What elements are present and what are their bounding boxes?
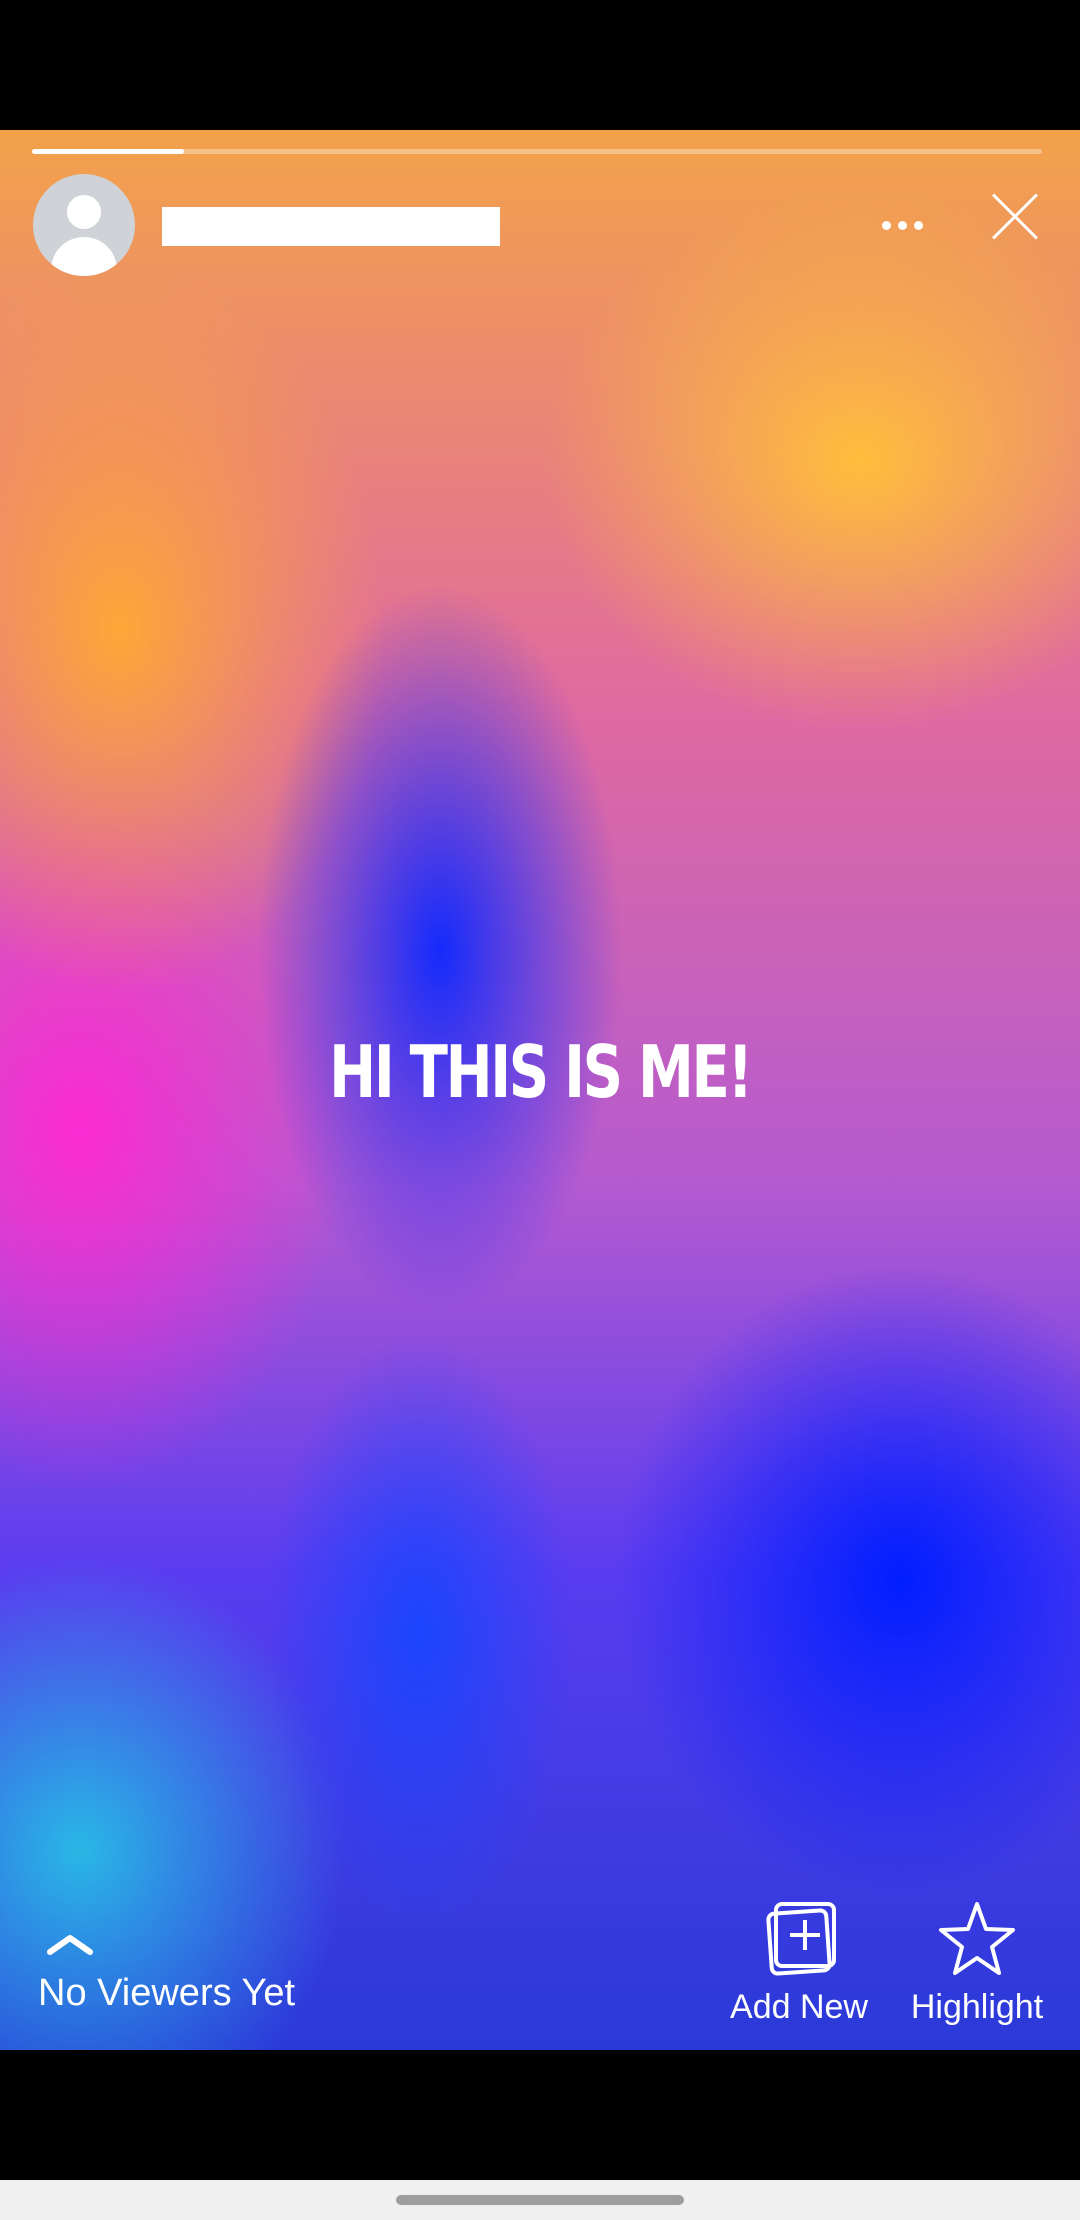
story-caption: HI THIS IS ME! [329, 1030, 753, 1114]
add-new-label: Add New [730, 1988, 868, 2026]
system-navigation-bar [0, 2180, 1080, 2220]
home-indicator[interactable] [396, 2195, 684, 2205]
star-icon [939, 1902, 1015, 1975]
add-new-button[interactable]: Add New [724, 1900, 874, 2040]
more-horizontal-icon[interactable] [870, 210, 936, 240]
add-new-icon [766, 1902, 836, 1976]
username-redacted[interactable] [162, 207, 500, 246]
viewers-button[interactable]: No Viewers Yet [38, 1930, 438, 2040]
chevron-up-icon [47, 1935, 93, 1955]
story-view[interactable]: HI THIS IS ME! No Viewers Yet Add New Hi… [0, 130, 1080, 2050]
avatar-body-shape [51, 237, 117, 276]
status-bar [0, 0, 1080, 130]
close-icon[interactable] [990, 192, 1040, 242]
avatar-head-shape [67, 195, 101, 229]
story-header [0, 170, 1080, 280]
story-progress-fill [32, 149, 184, 154]
avatar[interactable] [33, 174, 135, 276]
viewers-label: No Viewers Yet [38, 1972, 296, 2014]
highlight-button[interactable]: Highlight [902, 1900, 1052, 2040]
story-progress-bar [32, 149, 1042, 154]
highlight-label: Highlight [910, 1988, 1044, 2026]
